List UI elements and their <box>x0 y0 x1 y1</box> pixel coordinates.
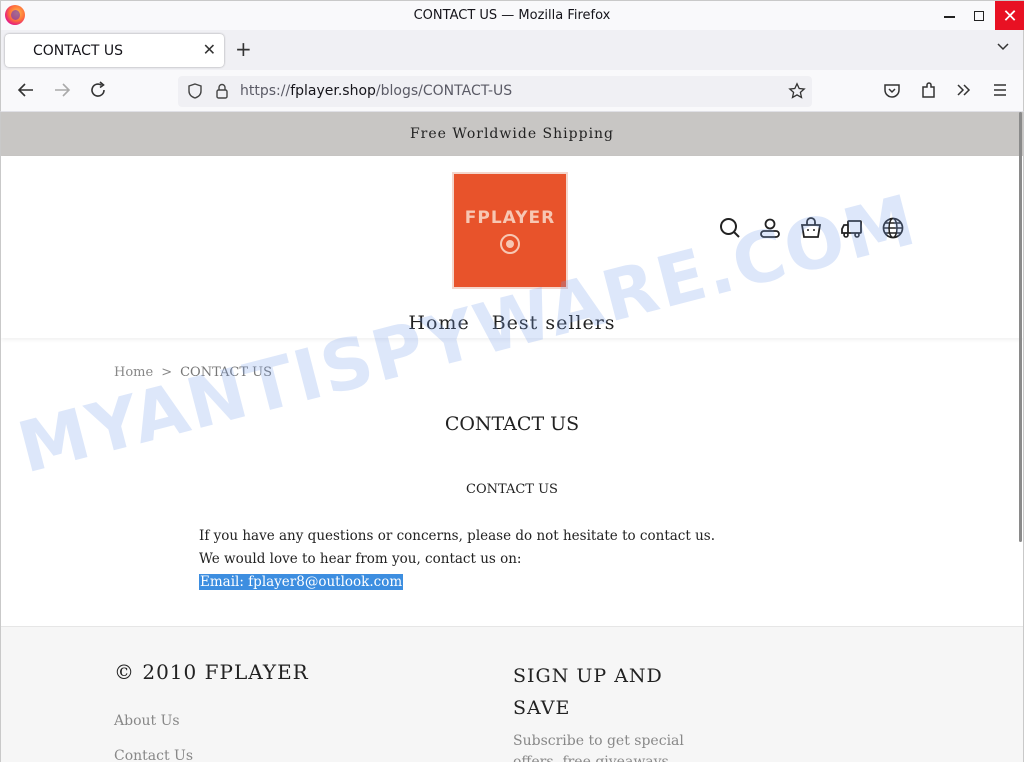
page-title: CONTACT US <box>444 413 580 435</box>
article-heading: CONTACT US <box>466 482 558 497</box>
close-tab-icon[interactable]: ✕ <box>203 40 216 59</box>
globe-icon[interactable] <box>881 216 905 240</box>
page-viewport: Free Worldwide Shipping FPLAYER Home Bes… <box>0 112 1024 762</box>
article-line-1: If you have any questions or concerns, p… <box>199 528 715 544</box>
maximize-button[interactable] <box>963 1 995 31</box>
menu-item-best-sellers[interactable]: Best sellers <box>492 312 616 334</box>
minimize-button[interactable] <box>933 1 965 31</box>
breadcrumb-current: CONTACT US <box>180 365 273 380</box>
footer-signup-text: Subscribe to get special offers, free gi… <box>513 733 684 762</box>
footer-brand: © 2010 FPLAYER <box>114 660 309 684</box>
url-host: fplayer.shop <box>290 83 376 99</box>
close-window-button[interactable]: ✕ <box>995 1 1024 31</box>
tab-bar: CONTACT US ✕ + <box>0 30 1024 70</box>
url-path: /blogs/CONTACT-US <box>375 83 513 99</box>
logo-text: FPLAYER <box>464 207 556 228</box>
tab-contact-us[interactable]: CONTACT US ✕ <box>5 34 224 67</box>
navigation-toolbar: https://fplayer.shop/blogs/CONTACT-US <box>0 70 1024 112</box>
site-logo[interactable]: FPLAYER <box>452 172 568 289</box>
hamburger-menu-icon[interactable] <box>990 80 1010 100</box>
close-icon: ✕ <box>1002 5 1018 27</box>
forward-icon[interactable] <box>52 80 72 100</box>
tracking-protection-shield-icon[interactable] <box>186 82 204 100</box>
page-scrollbar[interactable] <box>1019 112 1022 542</box>
announcement-bar: Free Worldwide Shipping <box>1 112 1023 156</box>
article-line-2: We would love to hear from you, contact … <box>199 551 522 567</box>
new-tab-button[interactable]: + <box>235 37 252 61</box>
extensions-icon[interactable] <box>919 80 939 100</box>
bookmark-star-icon[interactable] <box>788 82 806 100</box>
url-scheme: https:// <box>240 83 291 99</box>
url-bar[interactable]: https://fplayer.shop/blogs/CONTACT-US <box>178 76 812 107</box>
cart-icon[interactable] <box>799 216 823 240</box>
url-text[interactable]: https://fplayer.shop/blogs/CONTACT-US <box>240 83 512 99</box>
breadcrumb-separator: > <box>161 365 173 380</box>
menu-item-home[interactable]: Home <box>408 312 469 334</box>
reload-icon[interactable] <box>88 80 108 100</box>
tab-label: CONTACT US <box>33 43 123 59</box>
footer-link-contact-us[interactable]: Contact Us <box>114 748 193 762</box>
search-icon[interactable] <box>718 216 742 240</box>
more-tools-chevron-icon[interactable] <box>954 80 974 100</box>
maximize-icon <box>974 11 984 21</box>
footer-signup-title: SIGN UP AND SAVE <box>513 665 663 719</box>
email-text-selected[interactable]: Email: fplayer8@outlook.com <box>199 574 404 590</box>
site-footer: © 2010 FPLAYER About Us Contact Us SIGN … <box>1 626 1023 762</box>
window-titlebar: CONTACT US — Mozilla Firefox ✕ <box>0 0 1024 31</box>
breadcrumb-home-link[interactable]: Home <box>114 365 153 380</box>
window-title: CONTACT US — Mozilla Firefox <box>413 8 611 23</box>
list-all-tabs-icon[interactable] <box>995 38 1011 54</box>
soccer-ball-icon <box>500 233 520 254</box>
minimize-icon <box>943 16 955 18</box>
site-header: FPLAYER Home Best sellers <box>1 156 1023 338</box>
article-body: If you have any questions or concerns, p… <box>199 525 715 594</box>
lock-icon[interactable] <box>214 82 230 100</box>
shipping-truck-icon[interactable] <box>840 216 864 240</box>
footer-link-about-us[interactable]: About Us <box>114 713 180 729</box>
back-icon[interactable] <box>16 80 36 100</box>
main-menu: Home Best sellers <box>1 312 1023 334</box>
account-icon[interactable] <box>758 216 782 240</box>
breadcrumb: Home > CONTACT US <box>114 365 272 380</box>
pocket-icon[interactable] <box>882 80 902 100</box>
